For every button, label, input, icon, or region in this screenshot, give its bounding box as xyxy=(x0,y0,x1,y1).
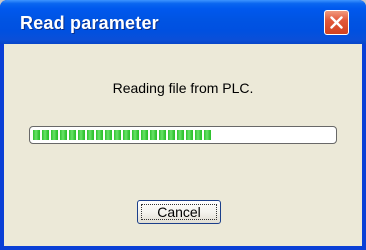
window-title: Read parameter xyxy=(20,13,159,33)
read-parameter-dialog: Read parameter Reading file from PLC. Ca… xyxy=(0,0,366,250)
close-button[interactable] xyxy=(324,10,349,35)
title-bar[interactable]: Read parameter xyxy=(0,0,366,44)
progress-fill xyxy=(33,130,213,140)
focus-rectangle xyxy=(141,204,217,220)
status-message: Reading file from PLC. xyxy=(112,80,254,96)
dialog-body: Reading file from PLC. Cancel xyxy=(4,44,362,246)
progress-bar xyxy=(29,126,337,144)
close-icon xyxy=(330,16,343,29)
cancel-button[interactable]: Cancel xyxy=(137,200,221,224)
